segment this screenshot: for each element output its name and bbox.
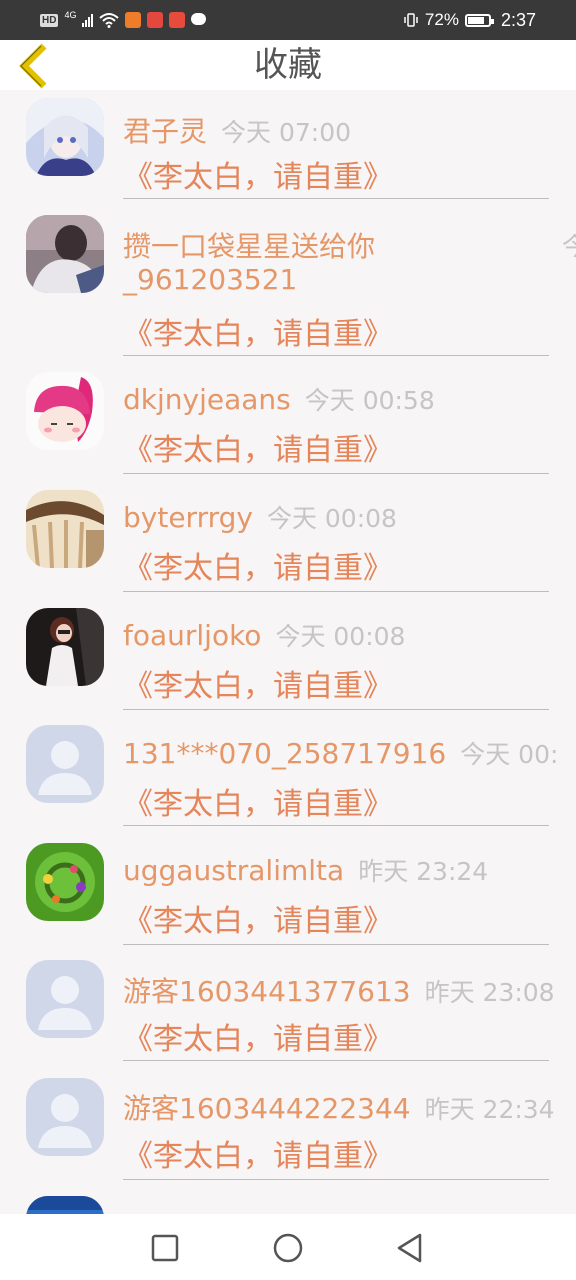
default-avatar <box>26 1078 104 1156</box>
default-avatar <box>26 725 104 803</box>
user-name: 131***070_258717916 <box>123 737 447 770</box>
timestamp: 今 <box>562 232 576 261</box>
timestamp: 今天 07:00 <box>221 118 352 147</box>
status-left: HD 4G <box>40 0 207 40</box>
home-button[interactable] <box>268 1228 308 1268</box>
list-item[interactable]: foaurljoko 今天 00:08 《李太白，请自重》 <box>0 592 576 710</box>
book-title: 《李太白，请自重》 <box>123 551 393 586</box>
status-right: 72% 2:37 <box>403 0 536 40</box>
timestamp: 昨天 23:08 <box>424 978 555 1007</box>
cartoon-girl-avatar <box>26 372 104 450</box>
book-title: 《李太白，请自重》 <box>123 669 393 704</box>
book-title: 《李太白，请自重》 <box>123 1139 393 1174</box>
network-type: 4G <box>64 10 77 20</box>
list-item[interactable]: dkjnyjeaans 今天 00:58 《李太白，请自重》 <box>0 356 576 474</box>
list-item[interactable]: 君子灵 今天 07:00 《李太白，请自重》 <box>0 90 576 200</box>
book-app-icon <box>169 12 186 28</box>
vibrate-icon <box>404 13 418 27</box>
user-name: 游客1603441377613 <box>123 975 411 1008</box>
book-title: 《李太白，请自重》 <box>123 317 393 352</box>
list-item[interactable]: 游客1603444222344 昨天 22:34 《李太白，请自重》 <box>0 1062 576 1180</box>
user-name: 君子灵 <box>123 115 208 148</box>
girl-photo-avatar <box>26 608 104 686</box>
chevron-left-icon <box>19 43 47 89</box>
back-button[interactable] <box>14 40 60 90</box>
timestamp: 今天 00: <box>460 740 559 769</box>
timestamp: 今天 00:58 <box>304 386 435 415</box>
book-title: 《李太白，请自重》 <box>123 904 393 939</box>
heart-app-icon <box>147 12 164 28</box>
book-title: 《李太白，请自重》 <box>123 787 393 822</box>
square-icon <box>151 1234 179 1262</box>
status-bar: HD 4G 72% 2:37 <box>0 0 576 40</box>
flower-wreath-avatar <box>26 843 104 921</box>
list-item[interactable]: byterrrgy 今天 00:08 《李太白，请自重》 <box>0 474 576 592</box>
list-item[interactable]: uggaustralimlta 昨天 23:24 《李太白，请自重》 <box>0 827 576 945</box>
divider <box>123 1060 549 1061</box>
navigation-bar <box>0 1214 576 1280</box>
user-name: uggaustralimlta <box>123 854 345 887</box>
chat-icon <box>191 13 207 25</box>
favorites-list: 君子灵 今天 07:00 《李太白，请自重》 攒一口袋星星送给你 _9612035… <box>0 90 576 1214</box>
list-item[interactable]: 131***070_258717916 今天 00: 《李太白，请自重》 <box>0 710 576 827</box>
video-app-icon <box>125 12 142 28</box>
battery-icon <box>464 13 494 27</box>
book-title: 《李太白，请自重》 <box>123 160 393 195</box>
battery-percent: 72% <box>424 10 459 29</box>
divider <box>123 198 549 199</box>
book-title: 《李太白，请自重》 <box>123 433 393 468</box>
clock: 2:37 <box>500 9 536 30</box>
hd-badge: HD <box>40 13 59 27</box>
back-nav-button[interactable] <box>390 1228 430 1268</box>
book-title: 《李太白，请自重》 <box>123 1022 393 1057</box>
photo-avatar <box>26 215 104 293</box>
page-title: 收藏 <box>254 45 322 85</box>
recents-button[interactable] <box>145 1228 185 1268</box>
user-name: foaurljoko <box>123 619 262 652</box>
default-avatar <box>26 960 104 1038</box>
user-name: dkjnyjeaans <box>123 383 291 416</box>
triangle-back-icon <box>397 1233 422 1263</box>
anime-girl-avatar <box>26 98 104 176</box>
list-item[interactable]: 攒一口袋星星送给你 _961203521 今 《李太白，请自重》 <box>0 200 576 356</box>
timestamp: 今天 00:08 <box>275 622 406 651</box>
divider <box>123 825 549 826</box>
circle-icon <box>273 1233 303 1263</box>
user-name-continued: _961203521 <box>123 263 298 296</box>
curtain-photo-avatar <box>26 490 104 568</box>
timestamp: 今天 00:08 <box>266 504 397 533</box>
signal-icon <box>82 13 94 27</box>
blue-avatar <box>26 1196 104 1214</box>
user-name: 攒一口袋星星送给你 <box>123 230 376 263</box>
timestamp: 昨天 22:34 <box>424 1095 555 1124</box>
header: 收藏 <box>0 40 576 90</box>
list-item[interactable]: 游客1603441377613 昨天 23:08 《李太白，请自重》 <box>0 945 576 1062</box>
list-item[interactable] <box>0 1180 576 1214</box>
wifi-icon <box>99 13 120 28</box>
user-name: 游客1603444222344 <box>123 1092 411 1125</box>
timestamp: 昨天 23:24 <box>358 857 489 886</box>
user-name: byterrrgy <box>123 501 253 534</box>
